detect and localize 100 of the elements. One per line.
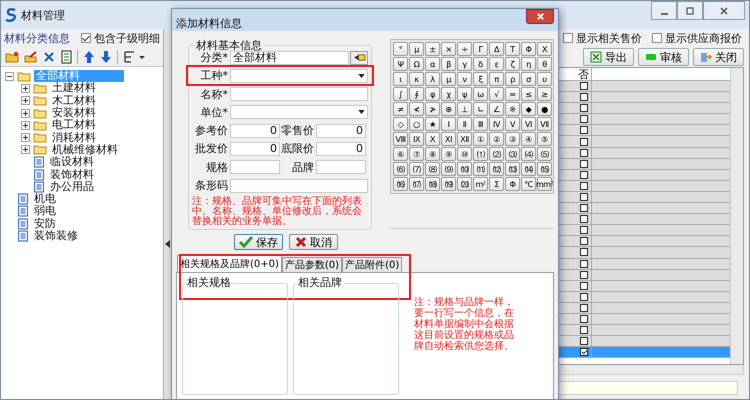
symbol-key[interactable]: m² [473,177,488,191]
symbol-key[interactable]: ∠ [489,102,504,116]
input-field[interactable] [316,160,366,174]
row-checkbox[interactable] [580,270,588,279]
symbol-key[interactable]: ∫ [393,87,408,101]
expander-toggle[interactable] [5,72,14,81]
symbol-key[interactable]: ⒁ [521,162,536,176]
symbol-key[interactable]: ◇ [393,117,408,131]
symbol-key[interactable]: Ⅵ [521,117,536,131]
symbol-key[interactable]: mm² [537,177,552,191]
tab[interactable]: 相关规格及品牌(0+0) [177,255,282,272]
brand-list[interactable]: 相关品牌 [293,276,399,396]
symbol-key[interactable]: ⑦ [409,147,424,161]
option-checkbox[interactable]: 显示供应商报价 [652,30,742,46]
symbol-key[interactable]: ⒂ [537,162,552,176]
symbol-key[interactable]: Ⅴ [505,117,520,131]
symbol-key[interactable]: ◆ [521,102,536,116]
symbol-key[interactable]: ⑿ [489,162,504,176]
tree-item[interactable]: 临设材料 [48,156,96,168]
symbol-key[interactable]: ⑶ [505,147,520,161]
row-checkbox[interactable] [580,93,588,102]
vertical-scrollbar[interactable] [730,68,743,364]
row-checkbox[interactable] [580,160,588,168]
toolbar-button[interactable]: 导出 [583,48,634,66]
row-checkbox[interactable] [580,248,588,256]
symbol-key[interactable]: ○ [409,117,424,131]
symbol-key[interactable]: Ⅶ [537,117,552,131]
include-children-checkbox[interactable]: 包含子级明细 [81,30,160,46]
row-checkbox[interactable] [580,126,588,134]
symbol-key[interactable]: ζ [505,57,520,71]
up-arrow-icon[interactable] [83,50,95,64]
row-checkbox[interactable] [580,170,588,179]
tree-view-icon[interactable] [123,50,145,64]
row-checkbox[interactable] [580,237,588,246]
symbol-key[interactable]: × [441,42,456,56]
add-folder-icon[interactable] [5,50,19,62]
symbol-key[interactable]: Ⅹ [425,132,440,146]
row-checkbox[interactable] [580,204,588,212]
symbol-key[interactable]: ⑤ [537,132,552,146]
symbol-key[interactable]: Ⅱ [457,117,472,131]
symbol-key[interactable]: ⑷ [521,147,536,161]
symbol-key[interactable]: ≈ [505,87,520,101]
input-field[interactable]: 全部材料 [230,50,349,64]
input-field[interactable]: 0 [316,142,366,156]
symbol-key[interactable]: ⒅ [425,177,440,191]
symbol-key[interactable]: δ [473,57,488,71]
symbol-key[interactable]: Γ [473,42,488,56]
row-checkbox[interactable] [580,326,588,334]
toolbar-button[interactable]: 关闭 [693,48,744,66]
input-field[interactable]: 0 [316,124,366,138]
tree-item[interactable]: 安防 [32,218,58,230]
symbol-key[interactable]: ρ [505,72,520,86]
symbol-key[interactable]: Ψ [393,57,408,71]
symbol-key[interactable]: ⑥ [393,147,408,161]
symbol-key[interactable]: Ⅰ [441,117,456,131]
symbol-key[interactable]: α [425,57,440,71]
row-checkbox[interactable] [580,304,588,312]
toolbar-button[interactable]: 审核 [638,48,689,66]
tab[interactable]: 产品附件(0) [342,257,402,272]
symbol-key[interactable]: χ [441,87,456,101]
row-checkbox[interactable] [580,82,588,90]
symbol-key[interactable]: ② [489,132,504,146]
symbol-key[interactable]: ④ [521,132,536,146]
picker-button[interactable] [350,50,368,64]
symbol-key[interactable]: ± [425,42,440,56]
tree-item[interactable]: 土建材料 [50,82,98,94]
row-checkbox[interactable] [580,215,588,224]
symbol-key[interactable]: ⑩ [457,147,472,161]
symbol-key[interactable]: ⑵ [489,147,504,161]
symbol-key[interactable]: υ [537,72,552,86]
expander-toggle[interactable] [21,84,30,93]
symbol-key[interactable]: ≠ [393,102,408,116]
tree-item[interactable]: 办公用品 [48,180,96,193]
symbol-key[interactable]: ∟ [473,102,488,116]
symbol-key[interactable]: ≤ [521,87,536,101]
symbol-key[interactable]: β [441,57,456,71]
tree-item[interactable]: 装饰材料 [48,168,96,181]
symbol-key[interactable]: ⒀ [505,162,520,176]
tree-item[interactable]: 消耗材料 [50,132,98,144]
tree-item[interactable]: 弱电 [32,205,58,218]
symbol-key[interactable]: ★ [425,117,440,131]
option-checkbox[interactable]: 显示相关售价 [563,30,642,46]
symbol-key[interactable]: Ⅷ [393,132,408,146]
symbol-key[interactable]: ⑻ [425,162,440,176]
symbol-key[interactable]: Ⅻ [457,132,472,146]
symbol-key[interactable]: ※ [505,102,520,116]
symbol-key[interactable]: ⑨ [441,147,456,161]
symbol-key[interactable]: Ⅺ [441,132,456,146]
symbol-key[interactable]: Φ [521,42,536,56]
symbol-key[interactable]: ψ [457,87,472,101]
symbol-key[interactable]: ⒇ [457,177,472,191]
symbol-key[interactable]: ⊕ [441,102,456,116]
symbol-key[interactable]: θ [537,57,552,71]
tree-item[interactable]: 电工材料 [50,119,98,132]
symbol-key[interactable]: ⑼ [441,162,456,176]
row-checkbox[interactable] [580,282,588,290]
symbol-key[interactable]: ⑧ [425,147,440,161]
symbol-key[interactable]: ⒄ [409,177,424,191]
tree-item[interactable]: 木工材料 [50,94,98,107]
symbol-key[interactable]: ° [393,42,408,56]
